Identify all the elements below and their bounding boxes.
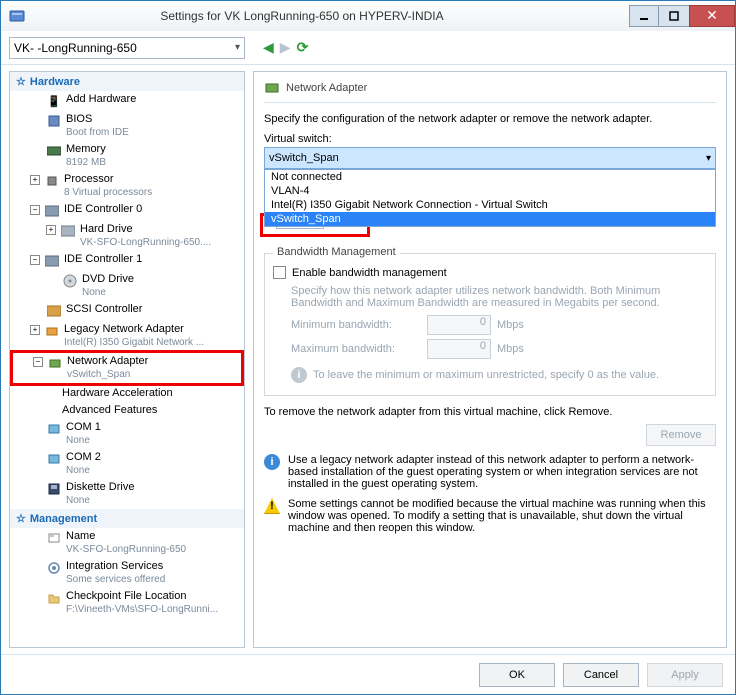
apply-button: Apply <box>647 663 723 687</box>
vswitch-selected: vSwitch_Span <box>269 152 339 164</box>
nav-name[interactable]: NameVK-SFO-LongRunning-650 <box>10 528 244 558</box>
port-icon <box>46 421 62 437</box>
bandwidth-enable-label: Enable bandwidth management <box>292 267 447 279</box>
forward-button: ▶ <box>280 39 291 56</box>
hdd-icon <box>60 223 76 239</box>
section-hardware[interactable]: ☆ Hardware <box>10 72 244 91</box>
controller-icon <box>44 253 60 269</box>
collapse-icon[interactable]: − <box>33 357 43 367</box>
bw-unit: Mbps <box>497 343 524 355</box>
section-management[interactable]: ☆ Management <box>10 509 244 528</box>
nav-tree: ☆ Hardware 📱Add Hardware BIOSBoot from I… <box>9 71 245 648</box>
vm-selector[interactable]: VK- -LongRunning-650 ▾ <box>9 37 245 59</box>
detail-panel: Network Adapter Specify the configuratio… <box>253 71 727 648</box>
nav-network-adapter[interactable]: −Network AdaptervSwitch_Span <box>13 353 241 383</box>
group-title: Bandwidth Management <box>273 246 400 258</box>
nav-scsi[interactable]: SCSI Controller <box>10 301 244 321</box>
warning-running-vm: Some settings cannot be modified because… <box>288 498 716 534</box>
nav-processor[interactable]: +Processor8 Virtual processors <box>10 171 244 201</box>
nav-add-hardware[interactable]: 📱Add Hardware <box>10 91 244 111</box>
ok-button[interactable]: OK <box>479 663 555 687</box>
window-icon <box>9 8 25 24</box>
nav-bios[interactable]: BIOSBoot from IDE <box>10 111 244 141</box>
bandwidth-group: Bandwidth Management Enable bandwidth ma… <box>264 253 716 396</box>
section-collapse-icon: ☆ <box>16 75 26 88</box>
services-icon <box>46 560 62 576</box>
scsi-icon <box>46 303 62 319</box>
network-icon <box>44 323 60 339</box>
port-icon <box>46 451 62 467</box>
network-adapter-icon <box>264 80 280 96</box>
nav-diskette[interactable]: Diskette DriveNone <box>10 479 244 509</box>
panel-intro: Specify the configuration of the network… <box>264 113 716 125</box>
floppy-icon <box>46 481 62 497</box>
bw-min-label: Minimum bandwidth: <box>291 319 421 331</box>
memory-icon <box>46 143 62 159</box>
nav-checkpoint[interactable]: Checkpoint File LocationF:\Vineeth-VMs\S… <box>10 588 244 618</box>
add-icon: 📱 <box>46 93 62 109</box>
controller-icon <box>44 203 60 219</box>
name-icon <box>46 530 62 546</box>
info-icon: i <box>264 454 280 470</box>
chip-icon <box>46 113 62 129</box>
bandwidth-enable-checkbox[interactable] <box>273 266 286 279</box>
window-title: Settings for VK LongRunning-650 on HYPER… <box>25 9 629 23</box>
minimize-button[interactable] <box>629 5 659 27</box>
bw-tip: To leave the minimum or maximum unrestri… <box>313 369 659 381</box>
cpu-icon <box>44 173 60 189</box>
nav-hard-drive[interactable]: +Hard DriveVK-SFO-LongRunning-650.... <box>10 221 244 251</box>
titlebar: Settings for VK LongRunning-650 on HYPER… <box>1 1 735 31</box>
vswitch-option[interactable]: Not connected <box>265 170 715 184</box>
collapse-icon[interactable]: − <box>30 255 40 265</box>
bw-min-input: 0 <box>427 315 491 335</box>
maximize-button[interactable] <box>659 5 689 27</box>
expand-icon[interactable]: + <box>30 175 40 185</box>
nav-memory[interactable]: Memory8192 MB <box>10 141 244 171</box>
settings-window: Settings for VK LongRunning-650 on HYPER… <box>0 0 736 695</box>
bw-max-label: Maximum bandwidth: <box>291 343 421 355</box>
toolbar: VK- -LongRunning-650 ▾ ◀ ▶ ⟳ <box>1 31 735 65</box>
close-button[interactable]: ✕ <box>689 5 735 27</box>
dialog-buttons: OK Cancel Apply <box>1 654 735 694</box>
nav-ide0[interactable]: −IDE Controller 0 <box>10 201 244 221</box>
nav-legacy-network[interactable]: +Legacy Network AdapterIntel(R) I350 Gig… <box>10 321 244 351</box>
remove-text: To remove the network adapter from this … <box>264 406 716 418</box>
panel-title: Network Adapter <box>286 82 367 94</box>
section-collapse-icon: ☆ <box>16 512 26 525</box>
vswitch-dropdown-list: Not connected VLAN-4 Intel(R) I350 Gigab… <box>264 169 716 227</box>
chevron-down-icon: ▾ <box>235 42 240 53</box>
disc-icon <box>62 273 78 289</box>
nav-com2[interactable]: COM 2None <box>10 449 244 479</box>
bandwidth-desc: Specify how this network adapter utilize… <box>291 285 707 309</box>
folder-icon <box>46 590 62 606</box>
info-legacy-adapter: Use a legacy network adapter instead of … <box>288 454 716 490</box>
bw-unit: Mbps <box>497 319 524 331</box>
collapse-icon[interactable]: − <box>30 205 40 215</box>
nav-dvd-drive[interactable]: DVD DriveNone <box>10 271 244 301</box>
chevron-down-icon: ▾ <box>706 153 711 164</box>
nav-hw-acceleration[interactable]: Hardware Acceleration <box>10 385 244 402</box>
nav-com1[interactable]: COM 1None <box>10 419 244 449</box>
expand-icon[interactable]: + <box>30 325 40 335</box>
back-button[interactable]: ◀ <box>263 39 274 56</box>
network-icon <box>47 355 63 371</box>
info-icon: i <box>291 367 307 383</box>
warning-icon: ! <box>264 498 280 514</box>
vswitch-combo[interactable]: vSwitch_Span ▾ Not connected VLAN-4 Inte… <box>264 147 716 169</box>
vswitch-option[interactable]: VLAN-4 <box>265 184 715 198</box>
nav-ide1[interactable]: −IDE Controller 1 <box>10 251 244 271</box>
vswitch-option[interactable]: Intel(R) I350 Gigabit Network Connection… <box>265 198 715 212</box>
refresh-button[interactable]: ⟳ <box>297 39 309 56</box>
nav-integration[interactable]: Integration ServicesSome services offere… <box>10 558 244 588</box>
nav-advanced-features[interactable]: Advanced Features <box>10 402 244 419</box>
cancel-button[interactable]: Cancel <box>563 663 639 687</box>
vswitch-option-selected[interactable]: vSwitch_Span <box>265 212 715 226</box>
vswitch-label: Virtual switch: <box>264 133 716 145</box>
remove-button: Remove <box>646 424 716 446</box>
bw-max-input: 0 <box>427 339 491 359</box>
expand-icon[interactable]: + <box>46 225 56 235</box>
vm-selector-text: VK- -LongRunning-650 <box>14 41 137 55</box>
